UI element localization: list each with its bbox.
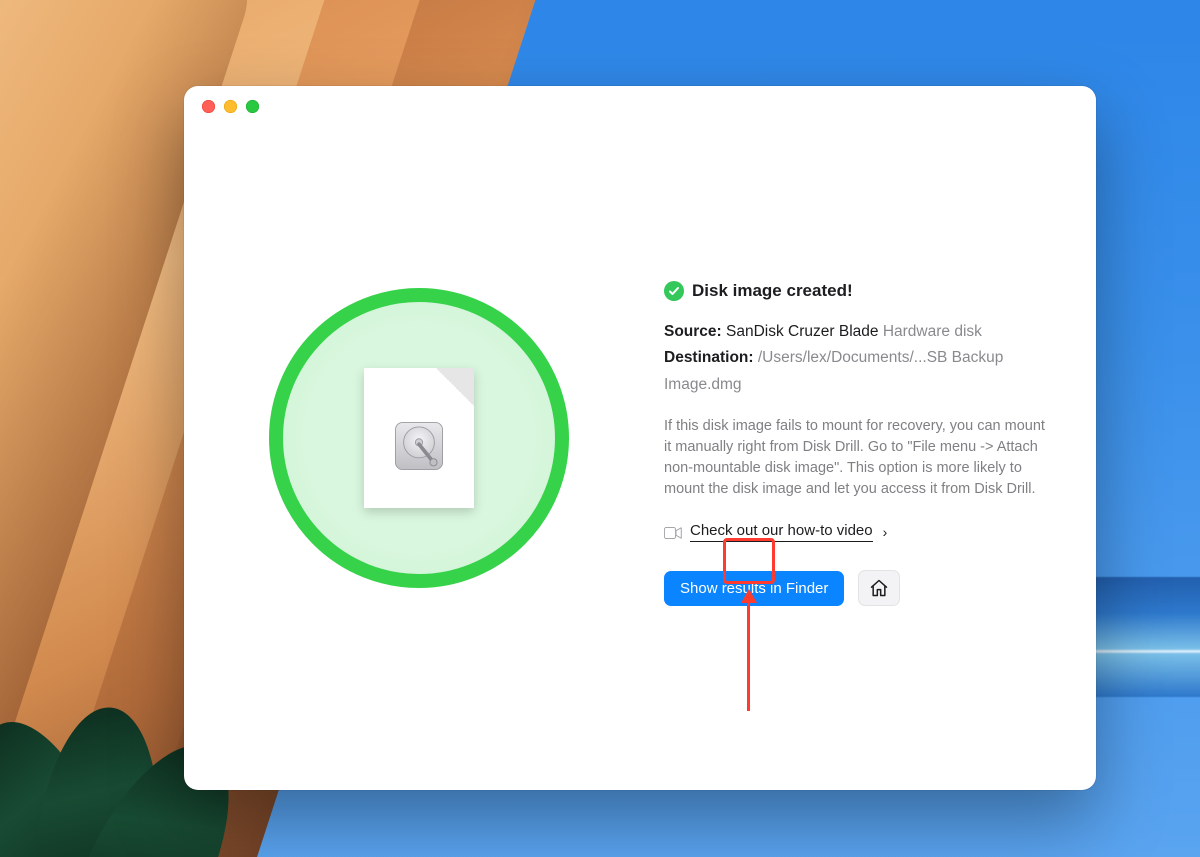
destination-row: Destination: /Users/lex/Documents/...SB … [664, 345, 1046, 398]
destination-label: Destination: [664, 349, 754, 366]
annotation-arrow [747, 591, 750, 711]
help-text: If this disk image fails to mount for re… [664, 416, 1046, 500]
howto-video-link[interactable]: Check out our how-to video [690, 522, 873, 542]
video-camera-icon [664, 526, 682, 539]
disk-image-file-icon [364, 368, 474, 508]
desktop-wallpaper: Disk image created! Source: SanDisk Cruz… [0, 0, 1200, 857]
home-icon [869, 578, 889, 598]
result-illustration [184, 86, 654, 790]
source-value: SanDisk Cruzer Blade [726, 323, 878, 340]
source-label: Source: [664, 323, 722, 340]
home-button[interactable] [858, 570, 900, 606]
app-window: Disk image created! Source: SanDisk Cruz… [184, 86, 1096, 790]
annotation-highlight-box [723, 538, 775, 584]
success-check-icon [664, 281, 684, 301]
status-title: Disk image created! [692, 281, 853, 301]
chevron-right-icon: › [883, 524, 888, 540]
harddrive-icon [390, 417, 448, 475]
source-suffix: Hardware disk [883, 323, 982, 340]
source-row: Source: SanDisk Cruzer Blade Hardware di… [664, 319, 1046, 345]
